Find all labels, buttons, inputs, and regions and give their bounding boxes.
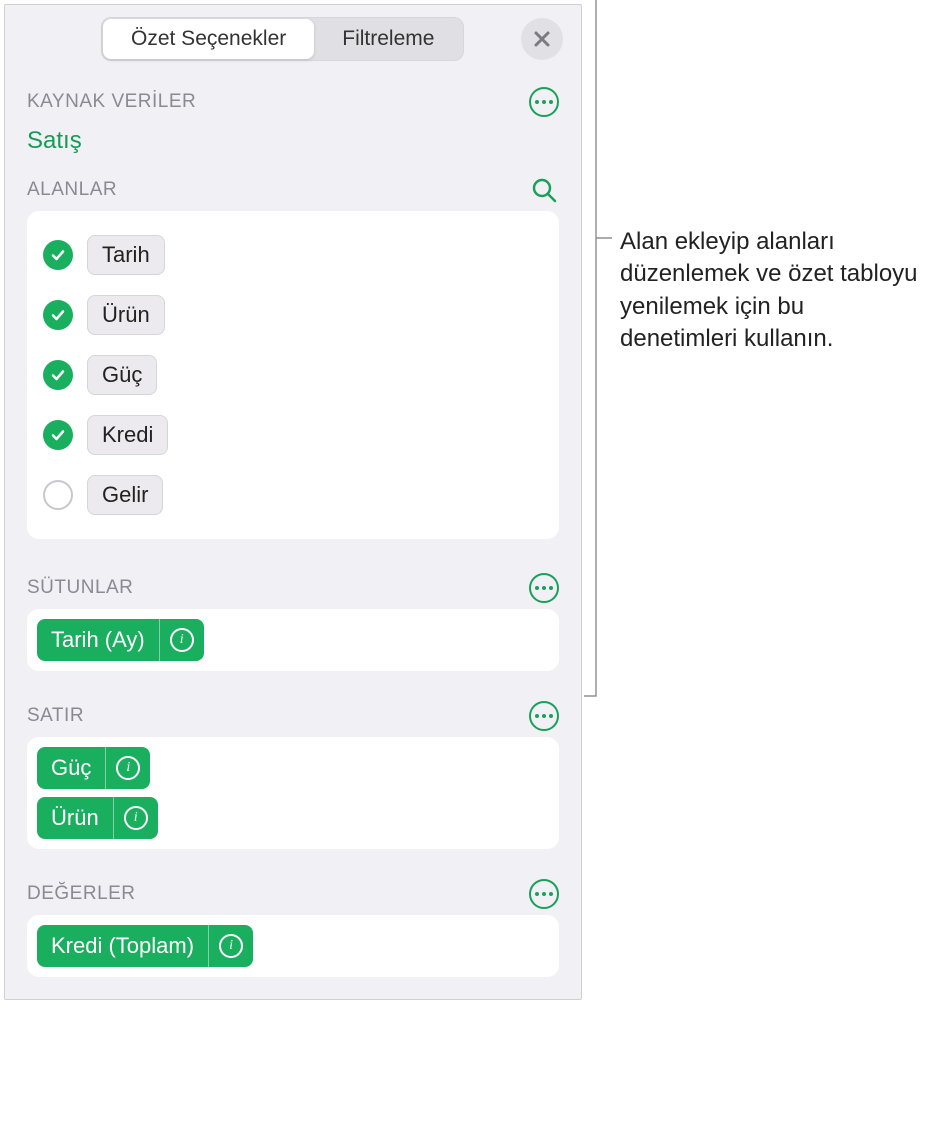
columns-header: SÜTUNLAR: [27, 573, 559, 603]
info-icon: i: [170, 628, 194, 652]
columns-more-button[interactable]: [529, 573, 559, 603]
field-checkbox-gelir[interactable]: [43, 480, 73, 510]
tab-filtering[interactable]: Filtreleme: [314, 19, 462, 59]
chip-label: Güç: [37, 747, 105, 789]
source-table-name[interactable]: Satış: [27, 127, 559, 155]
field-chip-gelir[interactable]: Gelir: [87, 475, 163, 515]
row-chip-urun[interactable]: Ürün i: [37, 797, 158, 839]
more-icon: [535, 586, 539, 590]
values-more-button[interactable]: [529, 879, 559, 909]
fields-label: ALANLAR: [27, 179, 117, 201]
info-icon: i: [219, 934, 243, 958]
more-icon: [535, 100, 539, 104]
chip-info-button[interactable]: i: [160, 619, 204, 661]
field-checkbox-tarih[interactable]: [43, 240, 73, 270]
chip-info-button[interactable]: i: [209, 925, 253, 967]
field-row: Ürün: [43, 285, 543, 345]
values-label: DEĞERLER: [27, 883, 136, 905]
rows-more-button[interactable]: [529, 701, 559, 731]
panel-header: Özet Seçenekler Filtreleme: [5, 5, 581, 71]
field-row: Güç: [43, 345, 543, 405]
field-row: Tarih: [43, 225, 543, 285]
info-icon: i: [124, 806, 148, 830]
columns-dropzone[interactable]: Tarih (Ay) i: [27, 609, 559, 671]
fields-list: Tarih Ürün Güç: [27, 211, 559, 539]
check-icon: [50, 307, 66, 323]
check-icon: [50, 367, 66, 383]
close-button[interactable]: [521, 18, 563, 60]
segmented-control: Özet Seçenekler Filtreleme: [101, 17, 464, 61]
columns-label: SÜTUNLAR: [27, 577, 133, 599]
callout-bracket-icon: [582, 0, 620, 698]
fields-header: ALANLAR: [27, 175, 559, 205]
chip-label: Kredi (Toplam): [37, 925, 208, 967]
fields-search-button[interactable]: [529, 175, 559, 205]
rows-label: SATIR: [27, 705, 84, 727]
chip-label: Tarih (Ay): [37, 619, 159, 661]
pivot-options-panel: Özet Seçenekler Filtreleme KAYNAK VERİLE…: [4, 4, 582, 1000]
row-chip-guc[interactable]: Güç i: [37, 747, 150, 789]
rows-header: SATIR: [27, 701, 559, 731]
callout: Alan ekleyip alanları düzenlemek ve özet…: [582, 226, 922, 356]
callout-text: Alan ekleyip alanları düzenlemek ve özet…: [620, 226, 922, 356]
rows-dropzone[interactable]: Güç i Ürün i: [27, 737, 559, 849]
field-row: Gelir: [43, 465, 543, 525]
chip-label: Ürün: [37, 797, 113, 839]
more-icon: [535, 714, 539, 718]
field-chip-tarih[interactable]: Tarih: [87, 235, 165, 275]
field-chip-urun[interactable]: Ürün: [87, 295, 165, 335]
field-row: Kredi: [43, 405, 543, 465]
tab-summary-options[interactable]: Özet Seçenekler: [103, 19, 314, 59]
field-checkbox-urun[interactable]: [43, 300, 73, 330]
source-more-button[interactable]: [529, 87, 559, 117]
check-icon: [50, 247, 66, 263]
column-chip-tarih-ay[interactable]: Tarih (Ay) i: [37, 619, 204, 661]
check-icon: [50, 427, 66, 443]
value-chip-kredi-toplam[interactable]: Kredi (Toplam) i: [37, 925, 253, 967]
field-checkbox-guc[interactable]: [43, 360, 73, 390]
search-icon: [530, 176, 558, 204]
more-icon: [535, 892, 539, 896]
source-data-header: KAYNAK VERİLER: [27, 87, 559, 117]
close-icon: [533, 30, 551, 48]
values-dropzone[interactable]: Kredi (Toplam) i: [27, 915, 559, 977]
source-data-label: KAYNAK VERİLER: [27, 91, 196, 113]
info-icon: i: [116, 756, 140, 780]
field-checkbox-kredi[interactable]: [43, 420, 73, 450]
values-header: DEĞERLER: [27, 879, 559, 909]
chip-info-button[interactable]: i: [106, 747, 150, 789]
field-chip-guc[interactable]: Güç: [87, 355, 157, 395]
chip-info-button[interactable]: i: [114, 797, 158, 839]
field-chip-kredi[interactable]: Kredi: [87, 415, 168, 455]
